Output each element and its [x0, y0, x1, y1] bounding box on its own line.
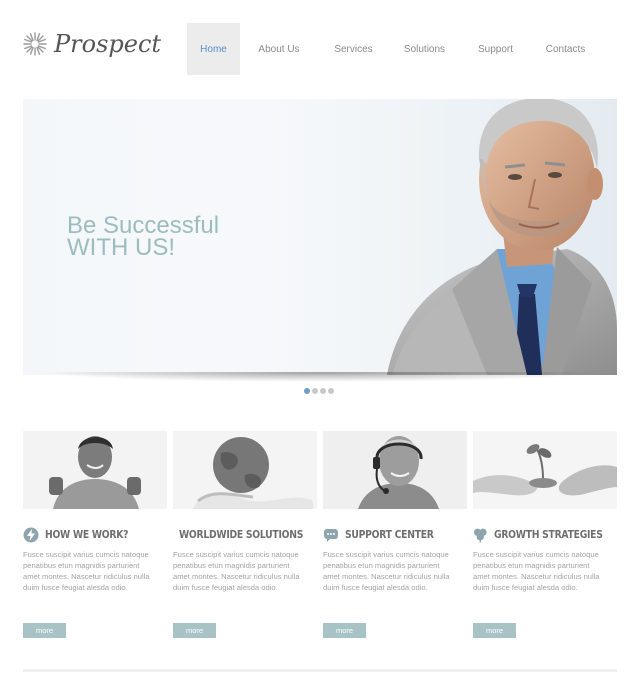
feature-image-headset-agent [323, 431, 467, 509]
footer-divider [23, 669, 617, 672]
nav-services[interactable]: Services [318, 23, 389, 75]
feature-title: WORLDWIDE SOLUTIONS [179, 529, 304, 541]
leaf-icon [473, 528, 487, 543]
nav-support[interactable]: Support [460, 23, 531, 75]
more-button[interactable]: more [473, 623, 516, 638]
nav-about-us[interactable]: About Us [240, 23, 318, 75]
feature-text: Fusce suscipit varius cumcis natoque pen… [173, 550, 300, 592]
hero-title-line2: WITH US! [67, 234, 175, 261]
slider-pagination [304, 388, 334, 394]
feature-support-center: SUPPORT CENTER Fusce suscipit varius cum… [323, 431, 467, 638]
more-button[interactable]: more [173, 623, 216, 638]
feature-image-man-thumbs-up [23, 431, 167, 509]
slider-dot-1[interactable] [304, 388, 310, 394]
feature-text: Fusce suscipit varius cumcis natoque pen… [23, 550, 150, 592]
logo[interactable]: Prospect [22, 30, 161, 58]
lightning-icon [23, 527, 39, 543]
feature-title: HOW WE WORK? [45, 529, 129, 541]
hero-shadow [36, 372, 604, 382]
feature-image-globe-hands [173, 431, 317, 509]
sunburst-logo-icon [23, 32, 47, 56]
feature-text: Fusce suscipit varius cumcis natoque pen… [473, 550, 600, 592]
businessman-photo [197, 99, 617, 375]
nav-contacts[interactable]: Contacts [531, 23, 600, 75]
slider-dot-2[interactable] [312, 388, 318, 394]
site-header: Prospect Home About Us Services Solution… [0, 0, 640, 90]
slider-dot-3[interactable] [320, 388, 326, 394]
feature-growth-strategies: GROWTH STRATEGIES Fusce suscipit varius … [473, 431, 617, 638]
nav-home[interactable]: Home [187, 23, 240, 75]
nav-solutions[interactable]: Solutions [389, 23, 460, 75]
feature-text: Fusce suscipit varius cumcis natoque pen… [323, 550, 450, 592]
feature-how-we-work: HOW WE WORK? Fusce suscipit varius cumci… [23, 431, 167, 638]
feature-title: SUPPORT CENTER [345, 529, 434, 541]
slider-dot-4[interactable] [328, 388, 334, 394]
main-nav: Home About Us Services Solutions Support… [187, 23, 600, 75]
more-button[interactable]: more [323, 623, 366, 638]
feature-image-plant-hands [473, 431, 617, 509]
feature-title: GROWTH STRATEGIES [493, 529, 603, 541]
chat-bubble-icon [324, 529, 338, 542]
feature-worldwide-solutions: WORLDWIDE SOLUTIONS Fusce suscipit variu… [173, 431, 317, 638]
hero-slider[interactable]: Be Successful WITH US! [23, 99, 617, 375]
more-button[interactable]: more [23, 623, 66, 638]
hero-title: Be Successful WITH US! [67, 214, 219, 261]
brand-name: Prospect [54, 30, 162, 58]
